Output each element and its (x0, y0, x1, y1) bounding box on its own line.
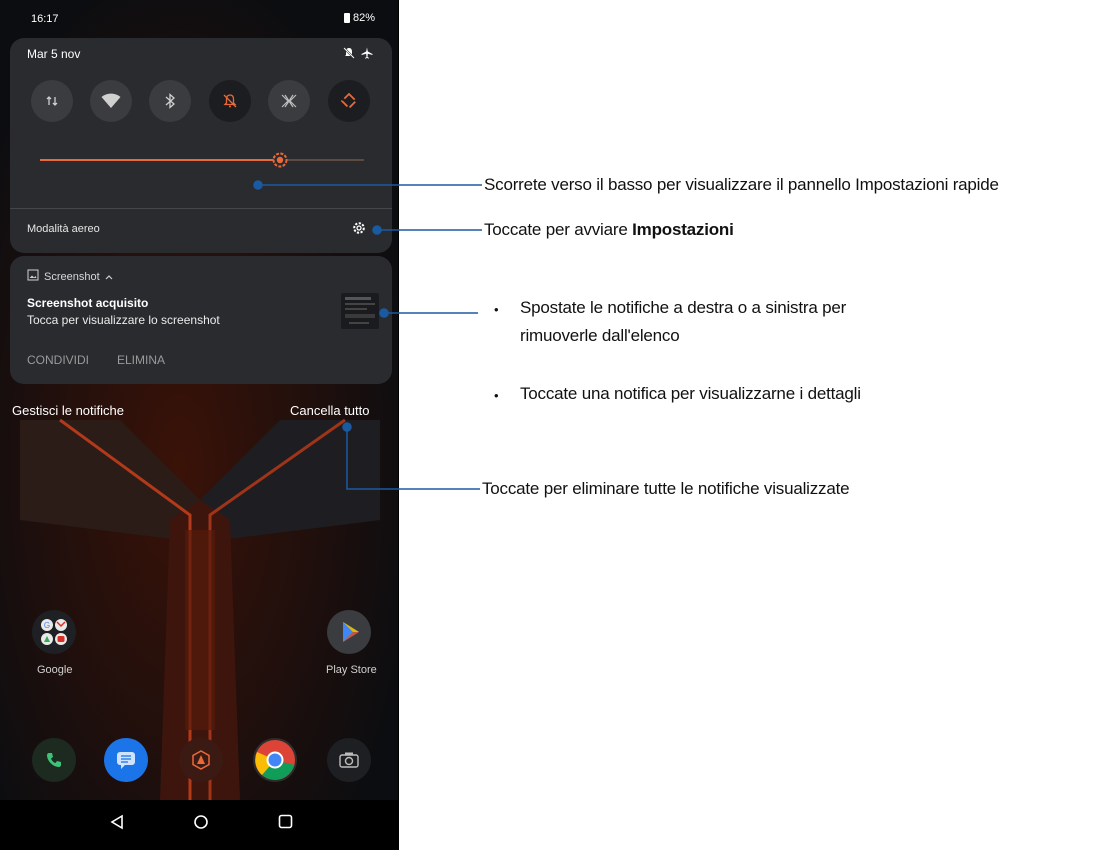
notification-title: Screenshot acquisito (27, 296, 149, 310)
chevron-up-icon[interactable] (105, 271, 113, 283)
back-icon[interactable] (110, 814, 124, 835)
notification-app-name: Screenshot (44, 270, 100, 283)
qs-footer-label: Modalità aereo (27, 223, 100, 235)
brightness-slider-fill (40, 159, 280, 161)
google-app-label: Google (37, 664, 73, 676)
notification-app-header[interactable]: Screenshot (27, 269, 113, 284)
settings-gear-icon[interactable] (352, 221, 366, 240)
play-store-icon[interactable] (327, 610, 371, 654)
battery-icon (343, 13, 350, 23)
delete-action-button[interactable]: ELIMINA (117, 353, 165, 367)
tile-x-mode[interactable] (268, 80, 310, 122)
play-store-app-label: Play Store (326, 664, 377, 676)
home-icon[interactable] (193, 814, 209, 835)
google-folder-icon[interactable]: G (32, 610, 76, 654)
navigation-bar (0, 800, 399, 846)
quick-settings-panel[interactable]: Mar 5 nov Modalità aereo (10, 38, 392, 253)
image-icon (27, 269, 39, 284)
status-time: 16:17 (31, 13, 59, 25)
clear-all-button[interactable]: Cancella tutto (290, 403, 370, 418)
annotation-swipe: Scorrete verso il basso per visualizzare… (484, 175, 999, 194)
tile-do-not-disturb[interactable] (209, 80, 251, 122)
phone-bottom-edge (0, 846, 399, 850)
annotation-tap-notification: Toccate una notifica per visualizzarne i… (520, 384, 861, 403)
qs-date: Mar 5 nov (27, 47, 81, 61)
auto-rotate-icon (340, 92, 358, 110)
notification-card[interactable]: Screenshot Screenshot acquisito Tocca pe… (10, 256, 392, 384)
annotation-swipe-notification-line1: Spostate le notifiche a destra o a sinis… (520, 298, 847, 317)
wifi-icon (101, 93, 121, 109)
mobile-data-icon (45, 94, 59, 108)
tile-mobile-data[interactable] (31, 80, 73, 122)
bullet-dot: • (494, 388, 499, 403)
share-action-button[interactable]: CONDIVIDI (27, 353, 89, 367)
screenshot-thumbnail[interactable] (341, 293, 379, 329)
svg-text:G: G (44, 621, 50, 630)
phone-screen: 16:17 82% Mar 5 nov Modalità aereo Scree… (0, 0, 399, 850)
battery-level: 82% (352, 12, 375, 24)
recents-icon[interactable] (278, 814, 293, 834)
bullet-dot: • (494, 302, 499, 317)
tile-bluetooth[interactable] (149, 80, 191, 122)
do-not-disturb-icon (222, 93, 238, 109)
messages-icon[interactable] (104, 738, 148, 782)
chrome-icon[interactable] (253, 738, 297, 782)
notification-text: Tocca per visualizzare lo screenshot (27, 313, 220, 327)
status-bar: 16:17 82% (0, 0, 399, 32)
annotation-clear-all: Toccate per eliminare tutte le notifiche… (482, 479, 850, 498)
camera-icon[interactable] (327, 738, 371, 782)
tile-auto-rotate[interactable] (328, 80, 370, 122)
annotation-settings: Toccate per avviare Impostazioni (484, 220, 734, 240)
x-mode-icon (280, 94, 298, 108)
brightness-icon[interactable] (271, 151, 289, 169)
phone-right-edge (398, 0, 399, 850)
annotation-swipe-notification-line2: rimuoverle dall'elenco (520, 326, 680, 345)
annotation-settings-prefix: Toccate per avviare (484, 220, 628, 239)
manage-notifications-button[interactable]: Gestisci le notifiche (12, 403, 124, 418)
qs-divider (10, 208, 392, 209)
brightness-slider[interactable] (40, 152, 364, 168)
bluetooth-icon (164, 93, 176, 109)
bell-off-icon (343, 47, 355, 62)
tile-wifi[interactable] (90, 80, 132, 122)
battery-indicator: 82% (343, 12, 375, 24)
airplane-icon (361, 47, 373, 62)
annotation-settings-bold: Impostazioni (632, 220, 734, 239)
armoury-crate-icon[interactable] (179, 738, 223, 782)
phone-icon[interactable] (32, 738, 76, 782)
